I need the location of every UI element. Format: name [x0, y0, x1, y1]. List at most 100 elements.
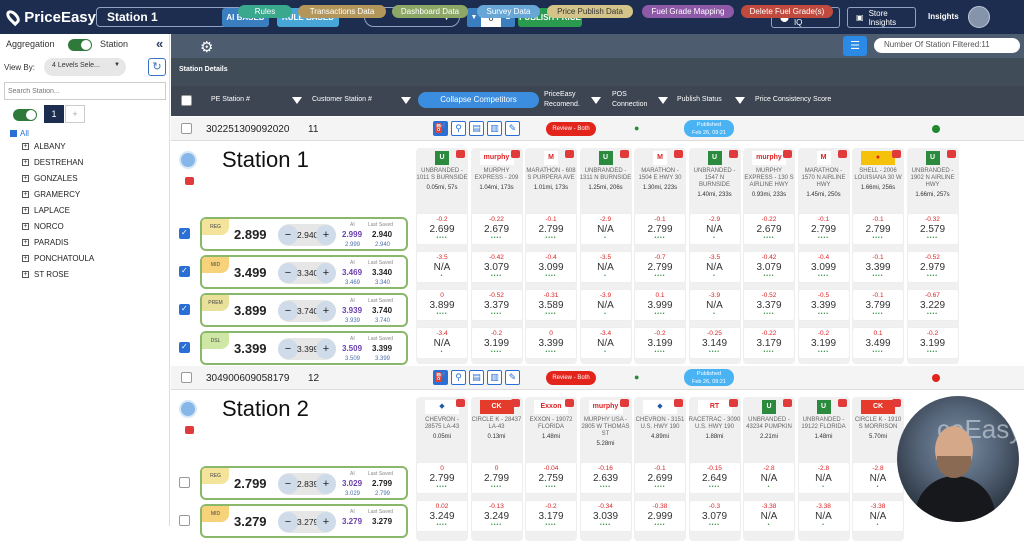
price-stepper[interactable]: −3.399 + [278, 338, 336, 360]
user-avatar[interactable] [968, 6, 990, 28]
filter-icon[interactable] [591, 97, 601, 104]
station-row[interactable] [171, 366, 1024, 390]
fuel-checkbox[interactable] [179, 342, 190, 353]
expand-icon[interactable]: + [22, 255, 29, 262]
fuel-checkbox[interactable] [179, 477, 190, 488]
filter-icon[interactable] [401, 97, 411, 104]
fuel-checkbox[interactable] [179, 228, 190, 239]
tree-item[interactable]: + GONZALES [22, 174, 78, 183]
fuel-pump-icon[interactable]: ⛽ [433, 370, 448, 385]
camera-icon[interactable] [892, 150, 901, 158]
tree-item[interactable]: + GRAMERCY [22, 190, 80, 199]
store-insights-button[interactable]: ▣ Store Insights [847, 7, 916, 28]
fuel-checkbox[interactable] [179, 515, 190, 526]
chart-line-icon[interactable]: ▤ [469, 370, 484, 385]
page-1-button[interactable]: 1 [44, 105, 64, 123]
expand-icon[interactable]: + [22, 223, 29, 230]
camera-icon[interactable] [565, 150, 574, 158]
page-add-button[interactable]: + [65, 105, 85, 123]
camera-icon[interactable] [783, 150, 792, 158]
expand-icon[interactable]: + [22, 207, 29, 214]
minus-icon[interactable]: − [278, 512, 298, 532]
location-icon[interactable]: ⚲ [451, 370, 466, 385]
tree-all[interactable]: All [10, 129, 29, 138]
survey-data-tab[interactable]: Survey Data [477, 5, 540, 18]
location-icon[interactable]: ⚲ [451, 121, 466, 136]
fuel-checkbox[interactable] [179, 266, 190, 277]
collapse-competitors-button[interactable]: Collapse Competitors [418, 92, 539, 108]
minus-icon[interactable]: − [278, 474, 298, 494]
price-stepper[interactable]: −3.740 + [278, 300, 336, 322]
price-publish-data-tab[interactable]: Price Publish Data [547, 5, 633, 18]
dashboard-data-tab[interactable]: Dashboard Data [392, 5, 468, 18]
camera-icon[interactable] [510, 399, 520, 407]
expand-icon[interactable]: + [22, 159, 29, 166]
camera-icon[interactable] [674, 150, 683, 158]
tree-item[interactable]: + NORCO [22, 222, 64, 231]
station-list-toggle[interactable] [13, 109, 37, 121]
chart-line-icon[interactable]: ▤ [469, 121, 484, 136]
chart-bar-icon[interactable]: ▥ [487, 121, 502, 136]
expand-icon[interactable]: + [22, 143, 29, 150]
camera-icon[interactable] [565, 399, 574, 407]
camera-icon[interactable] [837, 150, 847, 158]
review-badge[interactable]: Review - Both [546, 122, 596, 136]
price-stepper[interactable]: −3.340 + [278, 262, 336, 284]
camera-icon[interactable] [728, 150, 738, 158]
menu-icon[interactable]: ☰ [843, 36, 867, 56]
camera-icon[interactable] [946, 150, 956, 158]
price-stepper[interactable]: −2.839 + [278, 473, 336, 495]
tree-item[interactable]: + DESTREHAN [22, 158, 83, 167]
aggregation-toggle[interactable] [68, 39, 92, 51]
camera-icon[interactable] [892, 399, 901, 407]
collapse-sidebar-icon[interactable]: « [156, 36, 163, 51]
plus-icon[interactable]: + [316, 301, 336, 321]
camera-icon[interactable] [185, 177, 194, 185]
fuel-pump-icon[interactable]: ⛽ [433, 121, 448, 136]
camera-icon[interactable] [837, 399, 847, 407]
published-badge[interactable]: Published Feb 26, 09:21 [684, 120, 734, 137]
fuel-grade-mapping-tab[interactable]: Fuel Grade Mapping [642, 5, 734, 18]
tree-item[interactable]: + ST ROSE [22, 270, 69, 279]
minus-icon[interactable]: − [278, 263, 298, 283]
plus-icon[interactable]: + [316, 263, 336, 283]
price-stepper[interactable]: −2.940 + [278, 224, 336, 246]
filter-icon[interactable] [735, 97, 745, 104]
published-badge[interactable]: Published Feb 26, 09:21 [684, 369, 734, 386]
minus-icon[interactable]: − [278, 301, 298, 321]
camera-icon[interactable] [456, 399, 465, 407]
stepper-value[interactable]: 3.740 [297, 306, 318, 316]
camera-icon[interactable] [456, 150, 465, 158]
chart-bar-icon[interactable]: ▥ [487, 370, 502, 385]
camera-icon[interactable] [510, 150, 520, 158]
review-badge[interactable]: Review - Both [546, 371, 596, 385]
stepper-value[interactable]: 3.340 [297, 268, 318, 278]
plus-icon[interactable]: + [316, 474, 336, 494]
filter-icon[interactable] [658, 97, 668, 104]
stepper-value[interactable]: 3.399 [297, 344, 318, 354]
camera-icon[interactable] [619, 150, 629, 158]
view-by-select[interactable]: 4 Levels Sele... ▼ [44, 58, 126, 76]
tree-item[interactable]: + ALBANY [22, 142, 66, 151]
station-row[interactable] [171, 117, 1024, 141]
station-select[interactable]: Station 1▼ [96, 7, 242, 27]
plus-icon[interactable]: + [316, 339, 336, 359]
priceeasy-logo[interactable]: PriceEasy [3, 7, 96, 27]
plus-icon[interactable]: + [316, 225, 336, 245]
camera-icon[interactable] [185, 426, 194, 434]
search-station-input[interactable] [4, 82, 166, 100]
expand-icon[interactable]: + [22, 239, 29, 246]
expand-icon[interactable]: + [22, 271, 29, 278]
camera-icon[interactable] [783, 399, 792, 407]
expand-icon[interactable]: + [22, 175, 29, 182]
rules-tab[interactable]: Rules [238, 5, 292, 18]
camera-icon[interactable] [728, 399, 738, 407]
camera-icon[interactable] [674, 399, 683, 407]
station-checkbox[interactable] [181, 123, 192, 134]
stepper-value[interactable]: 2.839 [297, 479, 318, 489]
minus-icon[interactable]: − [278, 225, 298, 245]
insights-link[interactable]: Insights [928, 12, 959, 21]
plus-icon[interactable]: + [316, 512, 336, 532]
transactions-data-tab[interactable]: Transactions Data [298, 5, 386, 18]
select-all-checkbox[interactable] [181, 95, 192, 106]
